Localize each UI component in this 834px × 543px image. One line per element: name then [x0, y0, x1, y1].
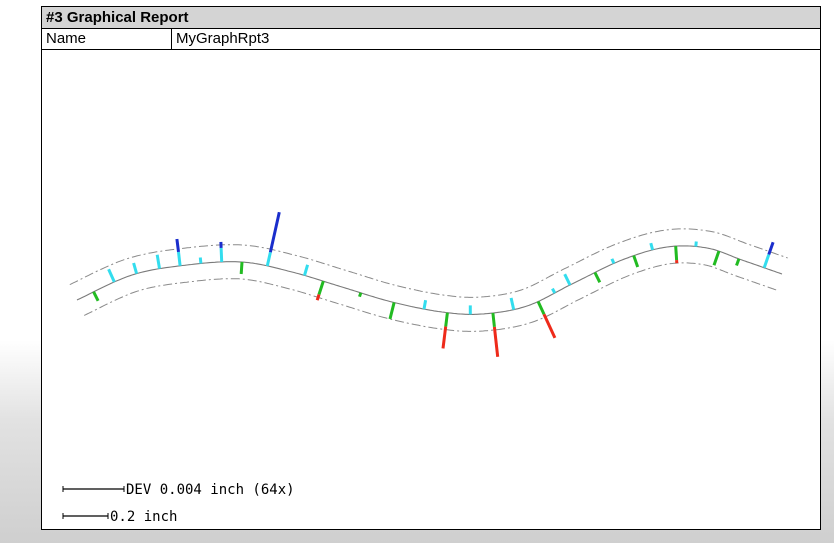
deviation-whisker [762, 254, 771, 269]
deviation-whisker [317, 280, 325, 295]
deviation-whisker [649, 242, 655, 251]
deviation-whisker [92, 291, 100, 302]
deviation-whisker [610, 258, 616, 264]
deviation-whisker [536, 300, 546, 315]
deviation-whisker [315, 294, 321, 301]
deviation-whisker [509, 297, 516, 311]
deviation-whisker [735, 258, 741, 267]
report-title: #3 Graphical Report [42, 7, 820, 29]
deviation-whisker [422, 299, 428, 310]
deviation-whisker [674, 246, 679, 261]
deviation-whisker [441, 326, 448, 349]
deviation-whisker [694, 241, 698, 247]
deviation-whisker [551, 287, 557, 294]
deviation-whiskers [92, 211, 775, 357]
deviation-whisker [155, 254, 161, 269]
deviation-whisker [132, 262, 139, 275]
deviation-plot: DEV 0.004 inch (64x) 0.2 inch [62, 211, 788, 525]
deviation-whisker [177, 251, 182, 266]
deviation-whisker [107, 268, 116, 283]
deviation-whisker [268, 211, 281, 253]
lower-tolerance-line [83, 262, 777, 332]
deviation-whisker [632, 255, 640, 268]
deviation-whisker [593, 271, 602, 283]
deviation-whisker [198, 257, 203, 264]
graphical-report-panel: #3 Graphical Report Name MyGraphRpt3 DEV… [41, 6, 821, 530]
deviation-whisker [219, 247, 224, 262]
deviation-whisker [712, 250, 721, 266]
legend-scale: 0.2 inch [62, 509, 177, 525]
deviation-whisker [303, 264, 310, 276]
deviation-whisker [175, 238, 180, 253]
deviation-whisker [265, 251, 272, 267]
deviation-whisker [563, 273, 572, 286]
legend-deviation: DEV 0.004 inch (64x) [62, 482, 295, 498]
deviation-whisker [491, 312, 496, 328]
deviation-whisker [542, 313, 557, 339]
name-row: Name MyGraphRpt3 [42, 29, 820, 50]
name-value[interactable]: MyGraphRpt3 [176, 29, 269, 49]
deviation-whisker [388, 302, 396, 320]
name-label: Name [46, 30, 87, 47]
deviation-whisker [358, 292, 363, 298]
legend-scale-label: 0.2 inch [110, 509, 177, 525]
deviation-whisker [239, 261, 244, 275]
deviation-whisker [444, 312, 449, 327]
name-column-divider [171, 29, 172, 49]
deviation-whisker [492, 326, 500, 357]
legend-deviation-label: DEV 0.004 inch (64x) [126, 482, 295, 498]
